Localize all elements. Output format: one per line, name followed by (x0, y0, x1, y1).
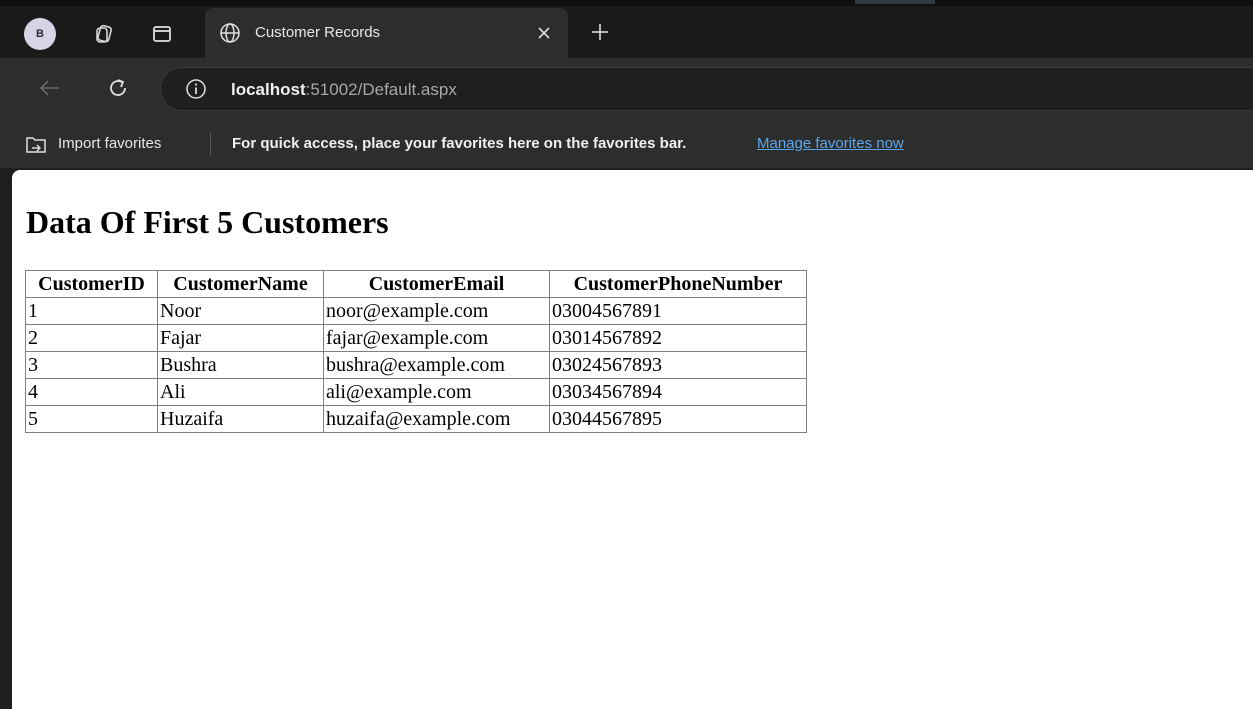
tab-strip: B Customer Records (0, 0, 1253, 58)
favorites-hint: For quick access, place your favorites h… (232, 135, 687, 152)
cell-customer-name: Ali (157, 378, 324, 406)
window-accent (855, 0, 935, 4)
cell-customer-name: Bushra (157, 351, 324, 379)
tab-title: Customer Records (255, 24, 381, 41)
cell-customer-id: 5 (25, 405, 158, 433)
customers-table: CustomerID CustomerName CustomerEmail Cu… (25, 270, 807, 433)
cell-customer-name: Huzaifa (157, 405, 324, 433)
vertical-tabs-icon[interactable] (146, 18, 178, 50)
cell-customer-phone: 03044567895 (549, 405, 807, 433)
cell-customer-email: noor@example.com (323, 297, 550, 325)
navigation-bar: localhost:51002/Default.aspx (0, 58, 1253, 121)
manage-favorites-link[interactable]: Manage favorites now (757, 134, 904, 154)
refresh-icon (110, 79, 126, 96)
cell-customer-id: 1 (25, 297, 158, 325)
new-tab-button[interactable] (584, 16, 616, 48)
favorites-separator (210, 132, 211, 156)
profile-avatar[interactable]: B (24, 18, 56, 50)
cell-customer-phone: 03014567892 (549, 324, 807, 352)
cell-customer-id: 4 (25, 378, 158, 406)
cell-customer-phone: 03024567893 (549, 351, 807, 379)
site-info-icon[interactable] (185, 78, 207, 100)
tab-customer-records[interactable]: Customer Records (205, 8, 568, 58)
page-heading: Data Of First 5 Customers (26, 204, 389, 240)
cell-customer-email: fajar@example.com (323, 324, 550, 352)
table-row: 1 Noor noor@example.com 03004567891 (25, 297, 807, 325)
cell-customer-phone: 03034567894 (549, 378, 807, 406)
cell-customer-phone: 03004567891 (549, 297, 807, 325)
cell-customer-name: Noor (157, 297, 324, 325)
table-row: 2 Fajar fajar@example.com 03014567892 (25, 324, 807, 352)
url-path: :51002/Default.aspx (305, 80, 457, 99)
import-favorites-button[interactable]: Import favorites (58, 134, 161, 154)
table-row: 5 Huzaifa huzaifa@example.com 0304456789… (25, 405, 807, 433)
cell-customer-email: bushra@example.com (323, 351, 550, 379)
cell-customer-id: 2 (25, 324, 158, 352)
url-host: localhost (231, 80, 306, 99)
cell-customer-id: 3 (25, 351, 158, 379)
header-customer-id: CustomerID (25, 270, 158, 298)
header-customer-name: CustomerName (157, 270, 324, 298)
favorites-bar: Import favorites For quick access, place… (0, 121, 1253, 168)
page-content: Data Of First 5 Customers CustomerID Cus… (12, 170, 1253, 709)
workspaces-icon[interactable] (88, 18, 120, 50)
table-row: 3 Bushra bushra@example.com 03024567893 (25, 351, 807, 379)
header-customer-email: CustomerEmail (323, 270, 550, 298)
table-row: 4 Ali ali@example.com 03034567894 (25, 378, 807, 406)
back-button[interactable] (34, 72, 66, 104)
cell-customer-name: Fajar (157, 324, 324, 352)
address-bar[interactable]: localhost:51002/Default.aspx (160, 67, 1253, 111)
close-tab-icon[interactable] (532, 21, 556, 45)
url-text: localhost:51002/Default.aspx (231, 79, 457, 101)
cell-customer-email: ali@example.com (323, 378, 550, 406)
table-header-row: CustomerID CustomerName CustomerEmail Cu… (25, 270, 807, 298)
browser-window: B Customer Records localhost:51002/Defau… (0, 0, 1253, 709)
cell-customer-email: huzaifa@example.com (323, 405, 550, 433)
window-top-edge (0, 0, 1253, 6)
arrow-left-icon (39, 80, 59, 96)
window-left-edge (0, 170, 12, 709)
globe-icon (220, 23, 240, 43)
header-customer-phone: CustomerPhoneNumber (549, 270, 807, 298)
refresh-button[interactable] (102, 72, 134, 104)
import-favorites-icon[interactable] (24, 133, 48, 155)
plus-icon (592, 24, 608, 40)
